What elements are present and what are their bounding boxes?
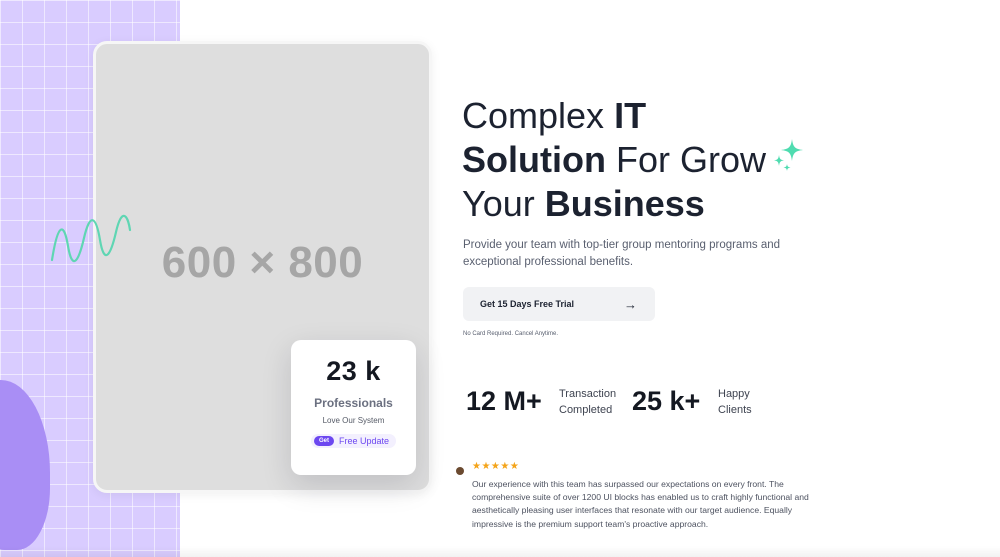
clients-label: Happy Clients (718, 386, 752, 418)
professionals-count: 23 k (326, 356, 381, 386)
free-trial-label: Get 15 Days Free Trial (480, 299, 575, 309)
transactions-label-line2: Completed (559, 404, 613, 416)
sparkle-icon (774, 139, 803, 171)
free-update-badge[interactable]: Get Free Update (310, 434, 397, 448)
professionals-subtitle: Love Our System (322, 416, 385, 425)
heading-line3-bold: Business (544, 183, 705, 224)
transactions-value: 12 M+ (466, 386, 542, 416)
hero-description: Provide your team with top-tier group me… (463, 239, 781, 268)
heading-line1-regular: Complex (462, 95, 615, 136)
rating-stars-icon: ★★★★★ (472, 461, 520, 472)
no-card-note: No Card Required. Cancel Anytime. (463, 331, 559, 337)
free-update-label: Free Update (338, 436, 390, 446)
heading-line2-regular: For Grow (605, 139, 766, 180)
professionals-title: Professionals (314, 396, 393, 410)
heading-line2-bold: Solution (462, 139, 606, 180)
reviewer-avatar (456, 467, 464, 475)
clients-value: 25 k+ (632, 386, 701, 416)
squiggle-decoration-icon (50, 214, 132, 262)
free-trial-button[interactable]: Get 15 Days Free Trial → (463, 287, 655, 321)
hero-heading-block: Complex IT Solution For Grow Your Busine… (462, 94, 766, 226)
transactions-label: Transaction Completed (559, 386, 616, 418)
hero-heading: Complex IT Solution For Grow Your Busine… (462, 94, 766, 226)
placeholder-label: 600 × 800 (161, 238, 364, 287)
bottom-divider-shadow (0, 546, 1000, 557)
heading-line1-bold: IT (614, 95, 647, 136)
arrow-right-icon: → (624, 296, 637, 312)
heading-line3-regular: Your (462, 183, 545, 224)
get-tag: Get (313, 436, 334, 446)
transactions-label-line1: Transaction (559, 388, 617, 400)
decorative-blob-small (0, 470, 42, 540)
clients-label-line1: Happy (718, 388, 750, 400)
professionals-stats-card: 23 k Professionals Love Our System Get F… (291, 340, 416, 475)
review-text: Our experience with this team has surpas… (472, 479, 809, 529)
clients-label-line2: Clients (718, 404, 752, 416)
